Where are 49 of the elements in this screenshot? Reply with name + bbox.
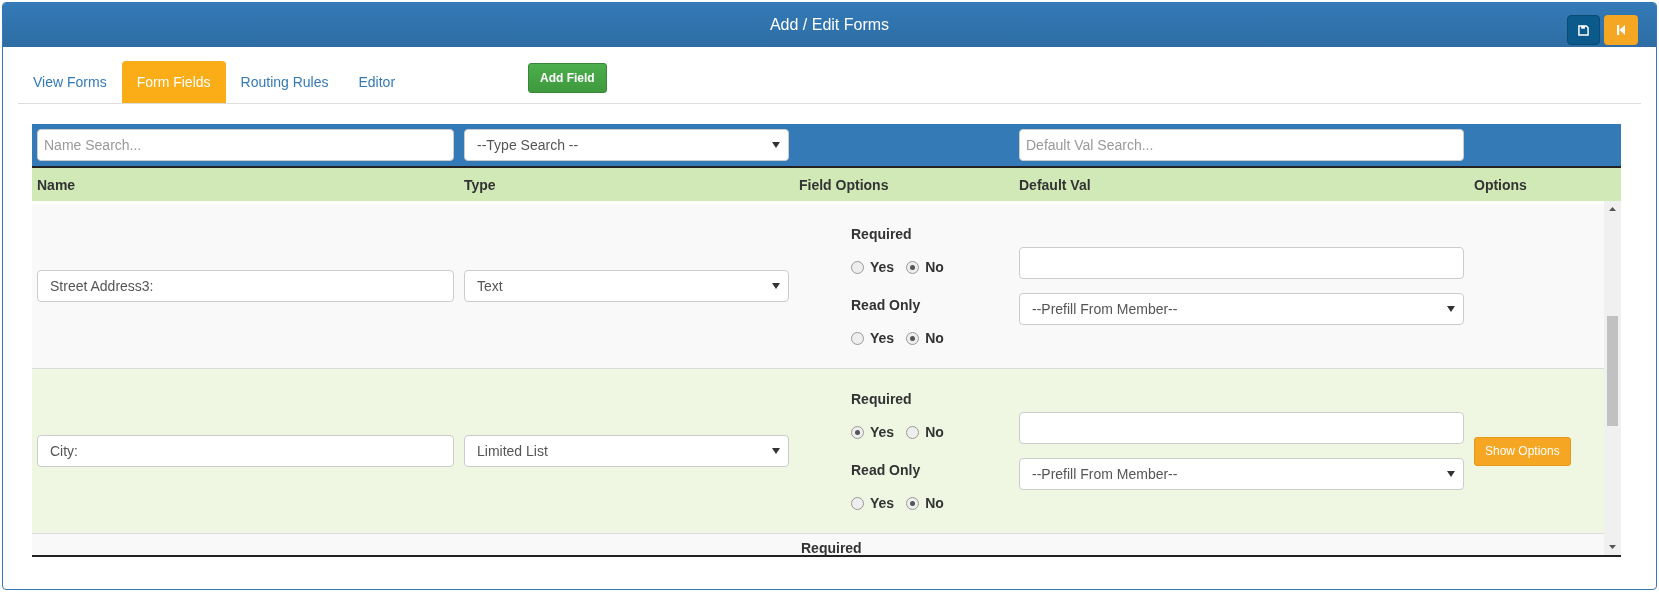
dropdown-caret-icon (772, 142, 780, 148)
name-search-field[interactable]: Name Search... (37, 129, 454, 161)
radio-button[interactable] (906, 496, 920, 510)
radio-button[interactable] (851, 260, 864, 274)
option-label: Required (851, 389, 913, 409)
radio-button[interactable] (906, 260, 920, 274)
prefill-dropdown[interactable]: --Prefill From Member-- (1019, 458, 1464, 490)
radio-button[interactable] (851, 496, 864, 510)
radio-label: No (925, 422, 944, 442)
radio-label: No (925, 257, 944, 277)
radio-button[interactable] (906, 331, 920, 345)
column-header: Name (37, 176, 76, 193)
radio-label: No (925, 328, 944, 348)
default-val-field[interactable] (1019, 247, 1464, 279)
column-header: Type (464, 176, 496, 193)
radio-label: Yes (870, 257, 895, 277)
tab[interactable]: Routing Rules (225, 61, 344, 103)
column-header: Options (1474, 176, 1527, 193)
default-val-field[interactable] (1019, 412, 1464, 444)
dropdown-caret-icon (772, 283, 780, 289)
option-label: Read Only (851, 460, 922, 480)
column-header: Field Options (799, 176, 889, 193)
dropdown-caret-icon (1447, 306, 1455, 312)
default-val-search-field[interactable]: Default Val Search... (1019, 129, 1464, 161)
radio-label: Yes (870, 422, 895, 442)
radio-label: Yes (870, 328, 895, 348)
name-field[interactable]: City: (37, 435, 454, 467)
column-header: Default Val (1019, 176, 1091, 193)
radio-button[interactable] (906, 425, 920, 439)
type-dropdown[interactable]: Text (464, 270, 789, 302)
skip-back-icon (1616, 24, 1626, 36)
option-label: Required (851, 224, 913, 244)
dropdown-caret-icon (1447, 471, 1455, 477)
option-label: Required (801, 540, 862, 555)
type-dropdown[interactable]: Limited List (464, 435, 789, 467)
save-button[interactable] (1567, 15, 1600, 45)
radio-button[interactable] (851, 425, 864, 439)
name-field[interactable]: Street Address3: (37, 270, 454, 302)
radio-button[interactable] (851, 331, 864, 345)
type-search-dropdown[interactable]: --Type Search -- (464, 129, 789, 161)
save-icon (1578, 24, 1589, 36)
option-label: Read Only (851, 295, 922, 315)
window-title: Add / Edit Forms (769, 15, 890, 35)
tab[interactable]: View Forms (18, 61, 122, 103)
prefill-dropdown[interactable]: --Prefill From Member-- (1019, 293, 1464, 325)
dropdown-caret-icon (772, 448, 780, 454)
tab[interactable]: Editor (343, 61, 411, 103)
radio-label: Yes (870, 493, 895, 513)
radio-label: No (925, 493, 944, 513)
